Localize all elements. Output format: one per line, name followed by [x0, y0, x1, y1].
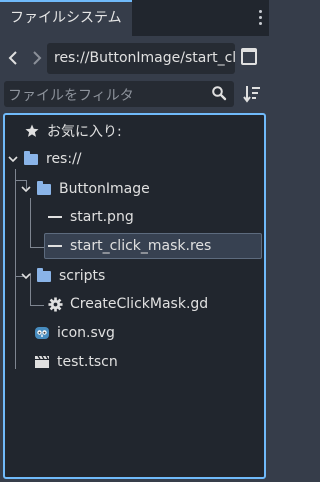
image-file-icon — [48, 216, 62, 218]
tree-item-start-png[interactable]: start.png — [48, 205, 134, 229]
folder-icon — [37, 180, 51, 195]
tree-item-createclickmask[interactable]: CreateClickMask.gd — [48, 292, 208, 316]
tree-item-scripts[interactable]: scripts — [21, 264, 105, 288]
chevron-left-icon[interactable] — [5, 48, 23, 68]
tree-item-favorites[interactable]: お気に入り: — [25, 119, 122, 143]
tree-item-label: start_click_mask.res — [70, 238, 212, 254]
sort-icon[interactable] — [243, 84, 261, 104]
tree-item-label: お気に入り: — [47, 124, 122, 140]
tree-guide-line — [30, 305, 44, 306]
godot-logo-icon — [35, 327, 49, 339]
chevron-down-icon[interactable] — [21, 271, 31, 281]
tree-item-label: ButtonImage — [59, 181, 150, 197]
kebab-menu-icon[interactable] — [259, 10, 263, 26]
chevron-down-icon[interactable] — [8, 154, 18, 164]
tree-item-label: start.png — [70, 209, 134, 225]
folder-icon — [24, 150, 38, 165]
tree-item-label: test.tscn — [57, 354, 118, 370]
split-view-icon[interactable] — [241, 48, 257, 65]
chevron-down-icon[interactable] — [21, 184, 31, 194]
filter-input[interactable]: ファイルをフィルタ — [4, 81, 234, 107]
resource-file-icon — [48, 245, 62, 247]
tree-item-test-tscn[interactable]: test.tscn — [34, 350, 118, 374]
tree-item-label: res:// — [46, 151, 82, 167]
star-icon — [25, 124, 39, 137]
path-field[interactable]: res://ButtonImage/start_cl — [47, 43, 235, 74]
tree-guide-line — [30, 247, 44, 248]
tab-filesystem-label: ファイルシステム — [10, 10, 122, 26]
chevron-right-icon[interactable] — [28, 48, 46, 68]
tree-item-buttonimage[interactable]: ButtonImage — [21, 177, 150, 201]
search-icon — [211, 85, 227, 101]
tree-item-label: CreateClickMask.gd — [70, 296, 209, 312]
tree-guide-line — [15, 169, 16, 369]
tab-bar — [132, 0, 269, 36]
tree-item-label: icon.svg — [57, 325, 115, 341]
tree-guide-line — [30, 198, 31, 248]
tree-item-start-click-mask[interactable]: start_click_mask.res — [48, 234, 211, 258]
folder-icon — [37, 267, 51, 282]
tree-item-icon-svg[interactable]: icon.svg — [34, 321, 115, 345]
tree-item-label: scripts — [59, 268, 106, 284]
gear-icon — [48, 296, 63, 312]
tree-item-res-root[interactable]: res:// — [8, 147, 82, 171]
clapperboard-icon — [35, 355, 49, 368]
